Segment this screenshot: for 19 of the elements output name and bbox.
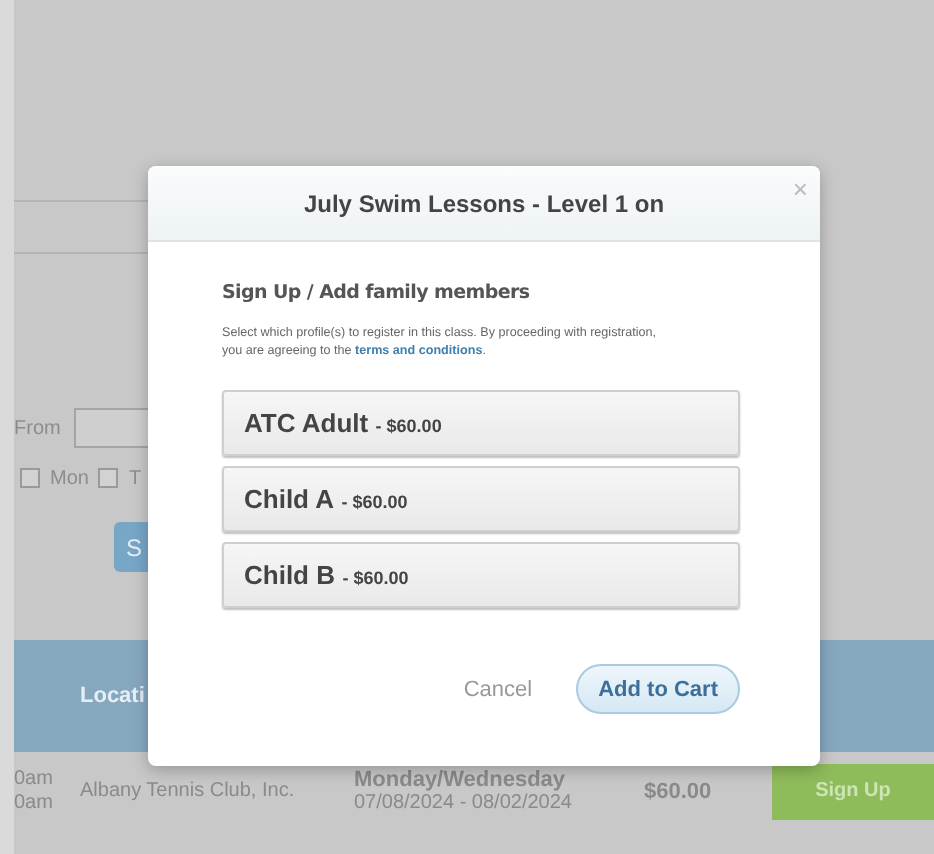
profile-option[interactable]: ATC Adult - $60.00 — [222, 390, 740, 456]
dialog-title: July Swim Lessons - Level 1 on — [303, 189, 665, 217]
section-heading: Sign Up / Add family members — [222, 282, 532, 304]
profile-option[interactable]: Child A - $60.00 — [222, 466, 740, 532]
profile-option[interactable]: Child B - $60.00 — [222, 542, 740, 608]
table-cell-text: 0am — [14, 791, 55, 815]
table-cell-text: 07/08/2024 - 08/02/2024 — [354, 791, 574, 815]
checkbox[interactable] — [20, 468, 40, 488]
from-label: From — [14, 417, 61, 439]
table-cell-text: 0am — [14, 767, 55, 791]
table-cell-text: Monday/Wednesday — [354, 767, 566, 791]
column-header: Locati — [80, 684, 145, 708]
add-to-cart-button[interactable]: Add to Cart — [576, 664, 740, 714]
table-cell: $60.00 — [644, 779, 712, 803]
checkbox[interactable] — [98, 468, 119, 488]
day-label: Mon — [50, 467, 89, 489]
table-cell-text: Albany Tennis Club, Inc. — [80, 780, 297, 802]
cancel-button[interactable]: Cancel — [463, 677, 533, 701]
day-label: T — [128, 467, 142, 489]
